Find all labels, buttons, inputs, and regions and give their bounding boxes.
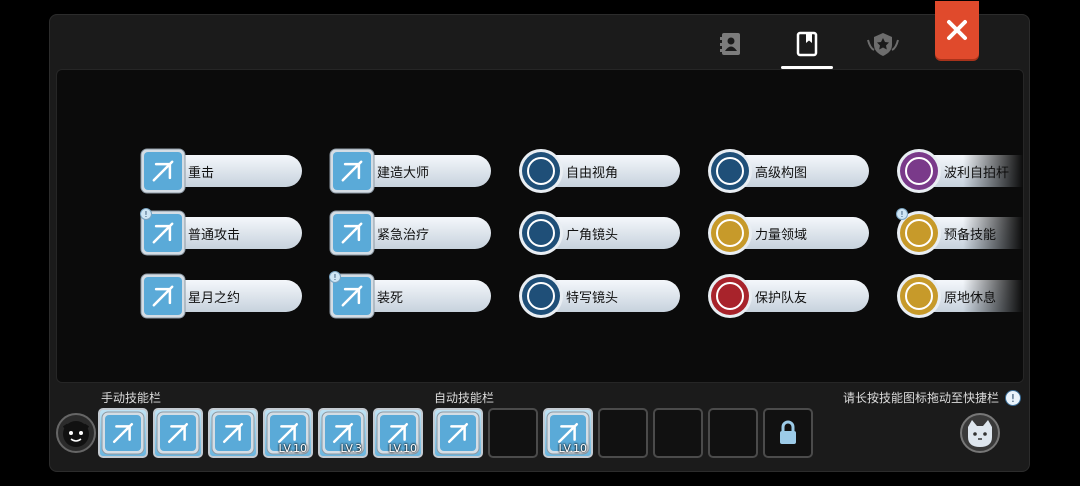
fist-icon[interactable] (140, 148, 186, 194)
skill-list-area: 重击 建造大师 自由视角 高级构图 波利自拍杆普通攻击! 紧急治疗 广角镜头 力量领域 预备技能… (56, 69, 1024, 383)
heal-icon[interactable] (329, 210, 375, 256)
closeup-lens-icon[interactable] (518, 273, 564, 319)
play-dead-icon (211, 411, 255, 459)
skill-item[interactable]: 自由视角 (518, 149, 683, 193)
skill-item[interactable]: 预备技能! (896, 208, 1023, 255)
skill-slot[interactable]: LV.10 (263, 408, 313, 458)
skill-slot[interactable] (433, 408, 483, 458)
skill-level: LV.10 (388, 442, 417, 455)
wide-lens-icon[interactable] (518, 210, 564, 256)
skill-item[interactable]: 特写镜头 (518, 274, 683, 318)
skill-slot[interactable]: LV.10 (543, 408, 593, 458)
white-cat-face-icon (968, 420, 992, 447)
bookmark-book-icon (796, 31, 818, 57)
skill-label: 星月之约 (188, 291, 241, 306)
skill-level: LV.10 (278, 442, 307, 455)
skill-level: LV.10 (558, 442, 587, 455)
skill-panel: 重击 建造大师 自由视角 高级构图 波利自拍杆普通攻击! 紧急治疗 广角镜头 力量领域 预备技能… (49, 1, 1030, 472)
sword-attack-icon (436, 411, 480, 459)
skill-item[interactable]: 装死! (329, 271, 494, 319)
skill-label: 紧急治疗 (377, 228, 430, 243)
skill-slot[interactable]: LV.10 (373, 408, 423, 458)
skill-label: 重击 (188, 166, 215, 181)
tab-contacts[interactable] (711, 27, 751, 61)
skill-slot[interactable] (653, 408, 703, 458)
skill-slot[interactable] (708, 408, 758, 458)
skill-slot[interactable] (598, 408, 648, 458)
skill-label: 广角镜头 (566, 228, 619, 243)
eye-360-icon[interactable] (518, 148, 564, 194)
skill-slot[interactable] (488, 408, 538, 458)
skill-slot[interactable] (208, 408, 258, 458)
info-icon[interactable]: ! (1005, 390, 1021, 406)
skill-slot[interactable] (763, 408, 813, 458)
skill-label: 高级构图 (755, 166, 808, 181)
tab-badges[interactable] (863, 27, 903, 61)
contact-book-icon (720, 33, 740, 55)
protect-ally-icon[interactable] (707, 273, 753, 319)
rest-icon[interactable] (896, 273, 942, 319)
skill-label: 保护队友 (755, 291, 808, 306)
house-build-icon[interactable] (329, 148, 375, 194)
sword-attack-icon (101, 411, 145, 459)
skill-item[interactable]: 星月之约 (140, 273, 305, 319)
new-badge: ! (896, 208, 908, 220)
close-button[interactable] (935, 1, 979, 59)
skill-slot[interactable] (98, 408, 148, 458)
auto-bar-label: 自动技能栏 (434, 391, 495, 405)
skill-item[interactable]: 波利自拍杆 (896, 149, 1023, 193)
skill-label: 原地休息 (944, 291, 997, 306)
skill-item[interactable]: 力量领域 (707, 211, 872, 255)
close-icon (947, 20, 967, 40)
skill-item[interactable]: 广角镜头 (518, 211, 683, 255)
skill-level: LV.3 (340, 442, 362, 455)
lock-icon (777, 420, 799, 450)
skill-label: 波利自拍杆 (944, 166, 1010, 181)
skill-item[interactable]: 建造大师 (329, 148, 494, 194)
skill-label: 特写镜头 (566, 291, 619, 306)
black-cat-face-icon (62, 421, 90, 447)
manual-avatar[interactable] (56, 413, 96, 453)
skill-item[interactable]: 重击 (140, 148, 305, 194)
skill-item[interactable]: 原地休息 (896, 274, 1023, 318)
star-badge-icon (867, 33, 899, 56)
skill-slot[interactable] (153, 408, 203, 458)
tab-bar (50, 1, 1029, 73)
star-moon-icon[interactable] (140, 273, 186, 319)
skill-item[interactable]: 普通攻击! (140, 208, 305, 256)
drag-hint: 请长按技能图标拖动至快捷栏 (843, 391, 1000, 405)
new-badge: ! (140, 208, 152, 220)
auto-avatar[interactable] (960, 413, 1000, 453)
tab-skills[interactable] (781, 27, 833, 69)
skill-item[interactable]: 保护队友 (707, 274, 872, 318)
skill-label: 自由视角 (566, 166, 619, 181)
skill-item[interactable]: 紧急治疗 (329, 210, 494, 256)
skill-label: 建造大师 (377, 166, 430, 181)
selfie-stick-icon[interactable] (896, 148, 942, 194)
manual-bar-label: 手动技能栏 (101, 391, 162, 405)
skill-item[interactable]: 高级构图 (707, 149, 872, 193)
skill-label: 力量领域 (755, 228, 808, 243)
fist-icon (156, 411, 200, 459)
power-field-icon[interactable] (707, 210, 753, 256)
skill-label: 预备技能 (944, 228, 997, 243)
skill-slot[interactable]: LV.3 (318, 408, 368, 458)
skill-label: 普通攻击 (188, 228, 241, 243)
camera-frame-icon[interactable] (707, 148, 753, 194)
new-badge: ! (329, 271, 341, 283)
skill-label: 装死 (377, 291, 404, 306)
